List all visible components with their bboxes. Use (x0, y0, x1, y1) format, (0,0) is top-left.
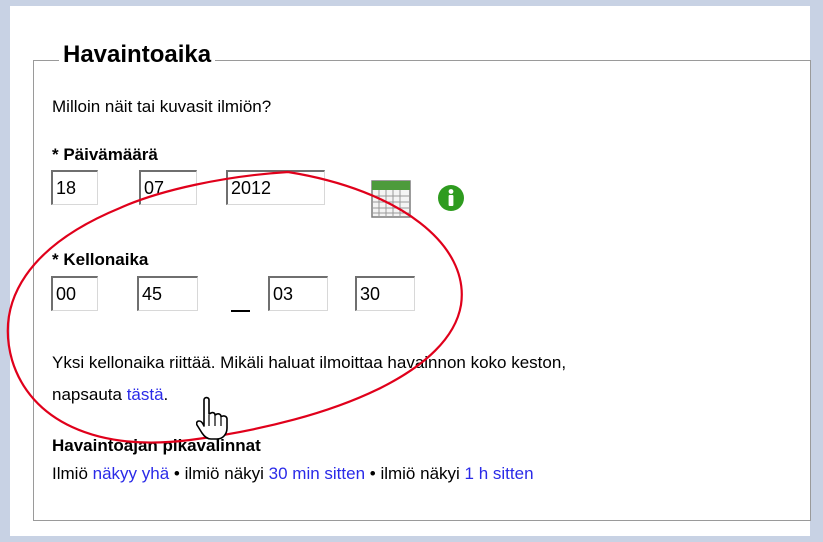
info-icon[interactable] (436, 183, 466, 213)
hint-prefix: napsauta (52, 385, 127, 404)
hint-line-1: Yksi kellonaika riittää. Mikäli haluat i… (52, 353, 567, 372)
shortcut-prefix-1: Ilmiö (52, 464, 93, 483)
hint-suffix: . (163, 385, 169, 404)
shortcut-1-h-ago[interactable]: 1 h sitten (465, 464, 534, 483)
month-input[interactable]: 07 (139, 170, 197, 205)
shortcut-30-min-ago[interactable]: 30 min sitten (269, 464, 365, 483)
hint-line-2: napsauta tästä. (52, 385, 168, 405)
shortcut-prefix-2: • ilmiö näkyi (169, 464, 269, 483)
end-hour-input[interactable]: 03 (268, 276, 328, 311)
shortcut-still-visible[interactable]: näkyy yhä (93, 464, 170, 483)
end-minute-input[interactable]: 30 (355, 276, 415, 311)
calendar-icon[interactable] (371, 180, 411, 218)
time-label: * Kellonaika (52, 250, 149, 269)
year-input[interactable]: 2012 (226, 170, 325, 205)
start-hour-input[interactable]: 00 (51, 276, 98, 311)
duration-link[interactable]: tästä (127, 385, 164, 404)
question-text: Milloin näit tai kuvasit ilmiön? (52, 97, 272, 116)
shortcut-prefix-3: • ilmiö näkyi (365, 464, 465, 483)
time-range-dash (231, 310, 250, 312)
hand-cursor-icon (196, 396, 228, 440)
shortcuts-links: Ilmiö näkyy yhä • ilmiö näkyi 30 min sit… (52, 464, 534, 484)
fieldset-legend: Havaintoaika (59, 40, 216, 70)
day-input[interactable]: 18 (51, 170, 98, 205)
date-label: * Päivämäärä (52, 145, 158, 164)
start-minute-input[interactable]: 45 (137, 276, 198, 311)
